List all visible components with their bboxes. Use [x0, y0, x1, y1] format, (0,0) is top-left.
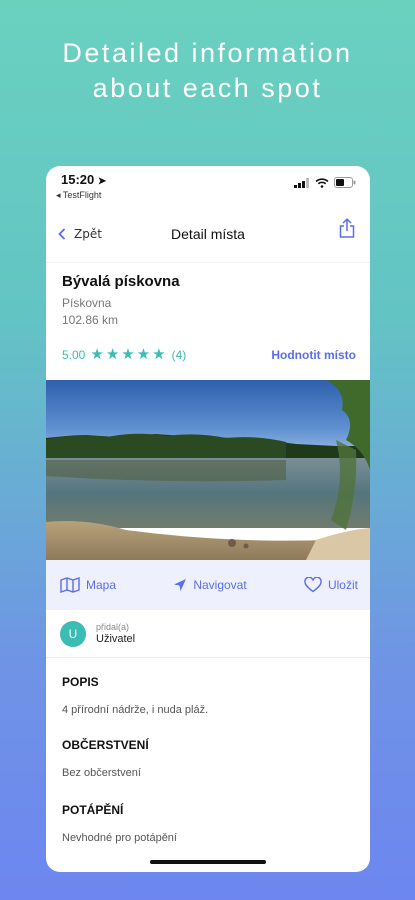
save-button[interactable]: Uložit — [304, 577, 358, 593]
save-label: Uložit — [327, 578, 358, 592]
spot-distance: 102.86 km — [62, 313, 119, 327]
author-name: Uživatel — [96, 633, 136, 645]
rating-value: 5.00 — [62, 347, 86, 362]
diving-heading: POTÁPĚNÍ — [62, 803, 124, 817]
author-info: přidal(a) Uživatel — [96, 622, 135, 645]
location-arrow-icon: ➤ — [97, 176, 107, 187]
navigate-label: Navigovat — [193, 578, 247, 592]
star-rating: ★ ★ ★ ★ ★ — [90, 347, 165, 362]
refreshments-text: Bez občerstvení — [62, 767, 141, 779]
status-bar: 15:20 ➤ ◂ TestFlight — [46, 166, 370, 210]
promo-heading: Detailed information about each spot — [0, 36, 415, 106]
promo-line-1: Detailed information — [62, 38, 353, 68]
description-section: POPIS 4 přírodní nádrže, i nuda pláž. — [46, 675, 370, 716]
spot-photo — [46, 380, 370, 560]
diving-section: POTÁPĚNÍ Nevhodné pro potápění — [46, 803, 370, 844]
home-indicator[interactable] — [150, 860, 266, 864]
battery-icon — [334, 177, 356, 188]
spot-name: Bývalá pískovna — [62, 273, 180, 290]
rate-spot-link[interactable]: Hodnotit místo — [271, 348, 356, 362]
avatar: U — [60, 620, 86, 647]
description-text: 4 přírodní nádrže, i nuda pláž. — [62, 704, 209, 716]
rating-count: (4) — [171, 347, 187, 362]
refreshments-section: OBČERSTVENÍ Bez občerstvení — [46, 738, 370, 779]
navigate-button[interactable]: Navigovat — [173, 578, 247, 592]
star-icon: ★ — [136, 345, 151, 363]
author-row: U přidal(a) Uživatel — [46, 610, 370, 658]
phone-screen: 15:20 ➤ ◂ TestFlight Zpět Detail místa B… — [46, 166, 370, 872]
action-bar: Mapa Navigovat Uložit — [46, 560, 370, 610]
spot-type: Pískovna — [62, 296, 112, 310]
description-heading: POPIS — [62, 675, 99, 689]
heart-icon — [304, 577, 322, 593]
star-icon: ★ — [105, 345, 120, 363]
promo-line-2: about each spot — [92, 73, 323, 103]
navigation-bar: Zpět Detail místa — [46, 210, 370, 262]
added-by-label: přidal(a) — [96, 622, 130, 632]
share-icon — [339, 218, 355, 238]
star-icon: ★ — [90, 345, 104, 363]
rating-row: 5.00 ★ ★ ★ ★ ★ (4) Hodnotit místo — [62, 347, 356, 362]
back-to-app-link[interactable]: ◂ TestFlight — [56, 190, 101, 201]
system-icons — [294, 177, 356, 188]
lake-photo-image — [46, 380, 370, 560]
map-button[interactable]: Mapa — [60, 577, 116, 593]
wifi-icon — [315, 177, 329, 188]
diving-text: Nevhodné pro potápění — [62, 832, 177, 844]
page-title: Detail místa — [171, 226, 245, 242]
map-icon — [60, 577, 80, 593]
spot-info: Bývalá pískovna Pískovna 102.86 km 5.00 … — [46, 262, 370, 380]
share-button[interactable] — [338, 218, 356, 242]
star-icon: ★ — [152, 345, 166, 363]
map-label: Mapa — [86, 578, 117, 592]
signal-icon — [294, 177, 309, 188]
star-icon: ★ — [121, 345, 135, 363]
navigation-arrow-icon — [174, 579, 187, 591]
refreshments-heading: OBČERSTVENÍ — [62, 738, 149, 752]
status-time: 15:20 ➤ — [61, 172, 107, 187]
